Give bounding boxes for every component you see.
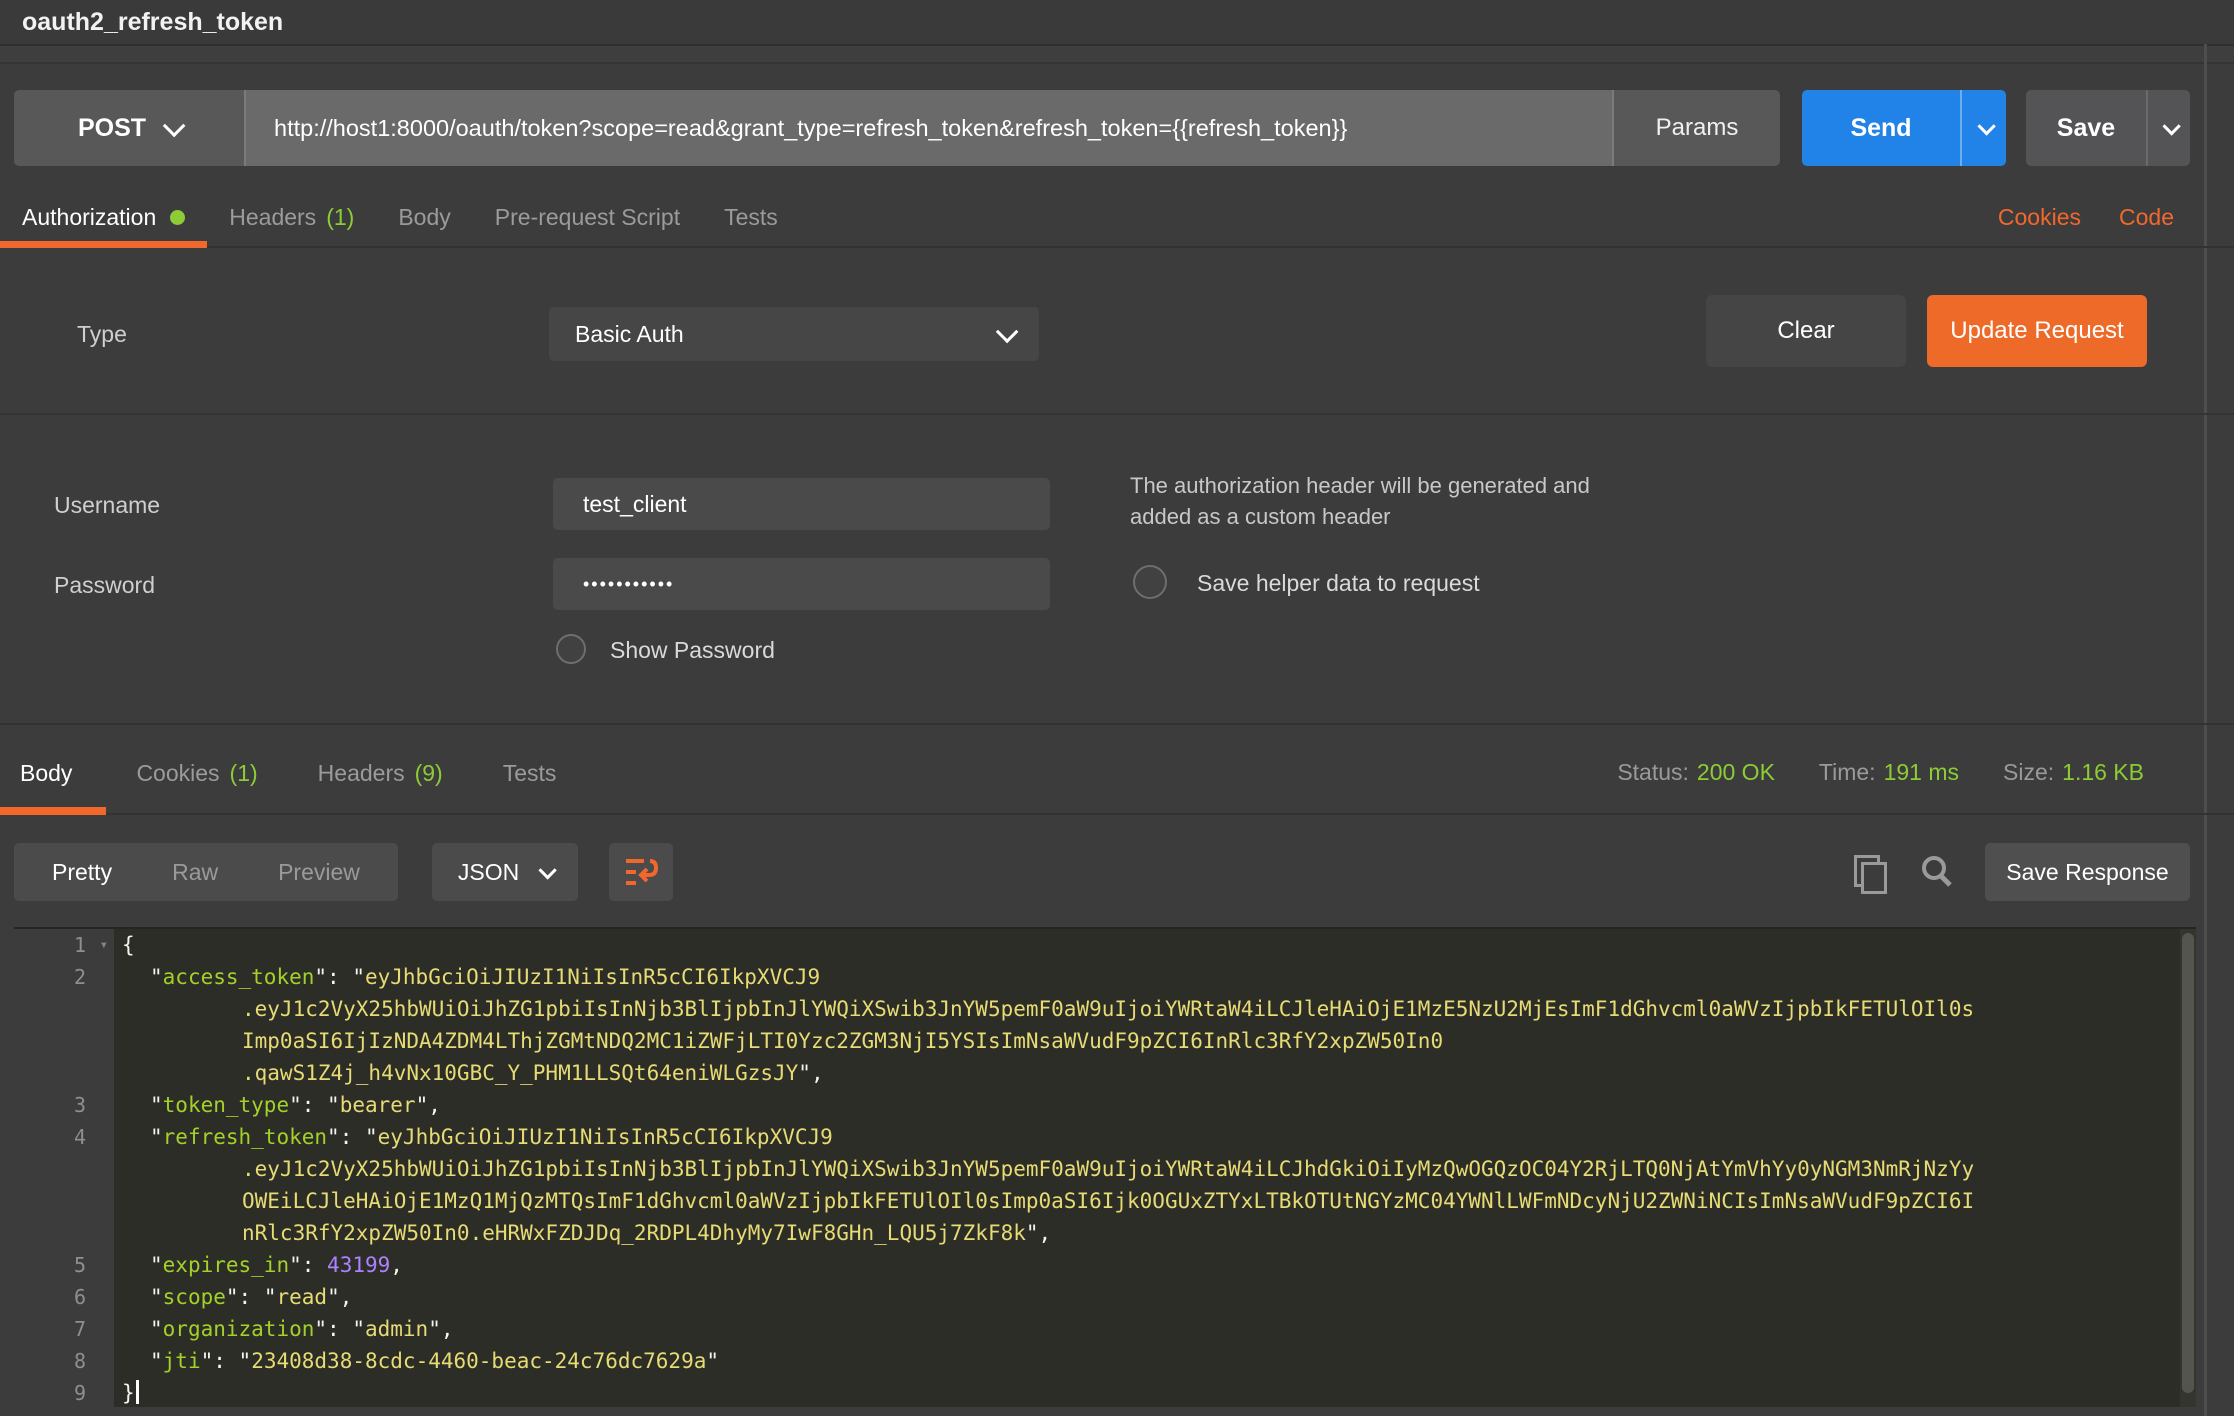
code-line: 8"jti": "23408d38-8cdc-4460-beac-24c76dc… <box>14 1345 2196 1377</box>
view-mode-switch: Pretty Raw Preview <box>14 843 398 901</box>
tab-headers[interactable]: Headers (1) <box>207 188 376 246</box>
send-button[interactable]: Send <box>1802 90 1960 166</box>
send-button-group: Send <box>1802 90 2006 166</box>
code-line: .qawS1Z4j_h4vNx10GBC_Y_PHM1LLSQt64eniWLG… <box>14 1057 2196 1089</box>
search-icon <box>1918 853 1956 891</box>
code-line: .eyJ1c2VyX25hbWUiOiJhZG1pbiIsInNjb3BlIjp… <box>14 993 2196 1025</box>
response-tab-headers[interactable]: Headers (9) <box>288 760 473 813</box>
username-value: test_client <box>583 491 687 518</box>
save-helper-checkbox[interactable] <box>1133 565 1167 599</box>
view-raw[interactable]: Raw <box>142 859 248 886</box>
code-line: Imp0aSI6IjIzNDA4ZDM4LThjZGMtNDQ2MC1iZWFj… <box>14 1025 2196 1057</box>
search-response-button[interactable] <box>1917 852 1957 892</box>
show-password-label: Show Password <box>610 637 775 664</box>
tab-authorization[interactable]: Authorization <box>0 188 207 246</box>
response-tabs: Body Cookies (1) Headers (9) Tests Statu… <box>0 725 2234 815</box>
cookies-link[interactable]: Cookies <box>1998 204 2081 231</box>
method-value: POST <box>78 114 146 143</box>
tab-tests[interactable]: Tests <box>702 188 800 246</box>
tab-pre-request-script[interactable]: Pre-request Script <box>473 188 702 246</box>
save-dropdown-button[interactable] <box>2146 90 2190 166</box>
code-line: 6"scope": "read", <box>14 1281 2196 1313</box>
request-tabs: Authorization Headers (1) Body Pre-reque… <box>0 188 2234 248</box>
username-field[interactable]: test_client <box>553 478 1050 530</box>
format-select[interactable]: JSON <box>432 843 578 901</box>
password-masked-value: ••••••••••• <box>583 574 674 595</box>
code-line: 7"organization": "admin", <box>14 1313 2196 1345</box>
password-field[interactable]: ••••••••••• <box>553 558 1050 610</box>
request-title: oauth2_refresh_token <box>22 8 283 37</box>
code-line: OWEiLCJleHAiOjE1MzQ1MjQzMTQsImF1dGhvcml0… <box>14 1185 2196 1217</box>
request-links: Cookies Code <box>1998 188 2234 246</box>
tab-body[interactable]: Body <box>376 188 472 246</box>
fold-toggle-icon[interactable]: ▾ <box>100 929 108 961</box>
request-title-bar: oauth2_refresh_token <box>0 0 2234 46</box>
code-line: nRlc3RfY2xpZW50In0.eHRWxFZDJDq_2RDPL4Dhy… <box>14 1217 2196 1249</box>
method-select[interactable]: POST <box>14 90 246 166</box>
url-input[interactable]: http://host1:8000/oauth/token?scope=read… <box>246 90 1612 166</box>
code-line: 3"token_type": "bearer", <box>14 1089 2196 1121</box>
time-badge: Time:191 ms <box>1819 759 1959 786</box>
postman-window: oauth2_refresh_token POST http://host1:8… <box>0 0 2234 1416</box>
response-toolbar: Pretty Raw Preview JSON <box>14 843 2190 901</box>
code-line: 1▾{ <box>14 929 2196 961</box>
status-badge: Status:200 OK <box>1617 759 1775 786</box>
auth-type-label: Type <box>77 321 127 348</box>
response-tab-tests[interactable]: Tests <box>473 760 587 813</box>
save-helper-label: Save helper data to request <box>1197 570 1480 597</box>
format-value: JSON <box>458 859 519 886</box>
auth-type-select[interactable]: Basic Auth <box>549 307 1039 361</box>
authorization-panel: Type Basic Auth Clear Update Request Use… <box>0 248 2234 725</box>
code-line: 5"expires_in": 43199, <box>14 1249 2196 1281</box>
response-tab-cookies[interactable]: Cookies (1) <box>106 760 287 813</box>
code-scrollbar[interactable] <box>2180 929 2196 1407</box>
size-badge: Size:1.16 KB <box>2003 759 2144 786</box>
save-button-group: Save <box>2026 90 2190 166</box>
code-line: 4"refresh_token": "eyJhbGciOiJIUzI1NiIsI… <box>14 1121 2196 1153</box>
password-label: Password <box>54 572 155 599</box>
code-link[interactable]: Code <box>2119 204 2174 231</box>
cookies-count-badge: (1) <box>230 760 258 787</box>
params-button[interactable]: Params <box>1612 90 1780 166</box>
chevron-down-icon <box>539 861 557 879</box>
scrollbar-thumb[interactable] <box>2182 933 2194 1393</box>
show-password-checkbox[interactable] <box>556 634 586 664</box>
chevron-down-icon <box>163 115 186 138</box>
text-cursor <box>136 1380 139 1404</box>
send-dropdown-button[interactable] <box>1960 90 2006 166</box>
copy-icon <box>1854 855 1884 889</box>
update-request-button[interactable]: Update Request <box>1927 295 2147 367</box>
code-line: 2"access_token": "eyJhbGciOiJIUzI1NiIsIn… <box>14 961 2196 993</box>
view-preview[interactable]: Preview <box>248 859 390 886</box>
toolbar-right: Save Response <box>1849 843 2190 901</box>
chevron-down-icon <box>2162 117 2180 135</box>
section-divider <box>0 413 2234 415</box>
title-divider <box>0 46 2234 64</box>
save-button[interactable]: Save <box>2026 90 2146 166</box>
chevron-down-icon <box>996 321 1019 344</box>
resp-headers-count-badge: (9) <box>415 760 443 787</box>
auth-type-value: Basic Auth <box>575 321 684 348</box>
wrap-text-button[interactable] <box>609 843 673 901</box>
code-line: .eyJ1c2VyX25hbWUiOiJhZG1pbiIsInNjb3BlIjp… <box>14 1153 2196 1185</box>
view-pretty[interactable]: Pretty <box>22 859 142 886</box>
response-meta: Status:200 OK Time:191 ms Size:1.16 KB <box>1617 759 2144 786</box>
save-response-button[interactable]: Save Response <box>1985 843 2190 901</box>
wrap-text-icon <box>622 853 660 891</box>
url-value: http://host1:8000/oauth/token?scope=read… <box>274 115 1347 142</box>
response-tab-body[interactable]: Body <box>0 760 106 813</box>
headers-count-badge: (1) <box>326 204 354 231</box>
code-line: 9} <box>14 1377 2196 1407</box>
auth-helper-note: The authorization header will be generat… <box>1130 470 1590 532</box>
response-body-viewer: 1▾{2"access_token": "eyJhbGciOiJIUzI1NiI… <box>14 927 2196 1407</box>
copy-response-button[interactable] <box>1849 852 1889 892</box>
chevron-down-icon <box>1977 117 1995 135</box>
username-label: Username <box>54 492 160 519</box>
request-builder-bar: POST http://host1:8000/oauth/token?scope… <box>14 90 2190 166</box>
auth-active-dot <box>170 210 185 225</box>
code-lines: 1▾{2"access_token": "eyJhbGciOiJIUzI1NiI… <box>14 929 2196 1407</box>
clear-button[interactable]: Clear <box>1706 295 1906 367</box>
